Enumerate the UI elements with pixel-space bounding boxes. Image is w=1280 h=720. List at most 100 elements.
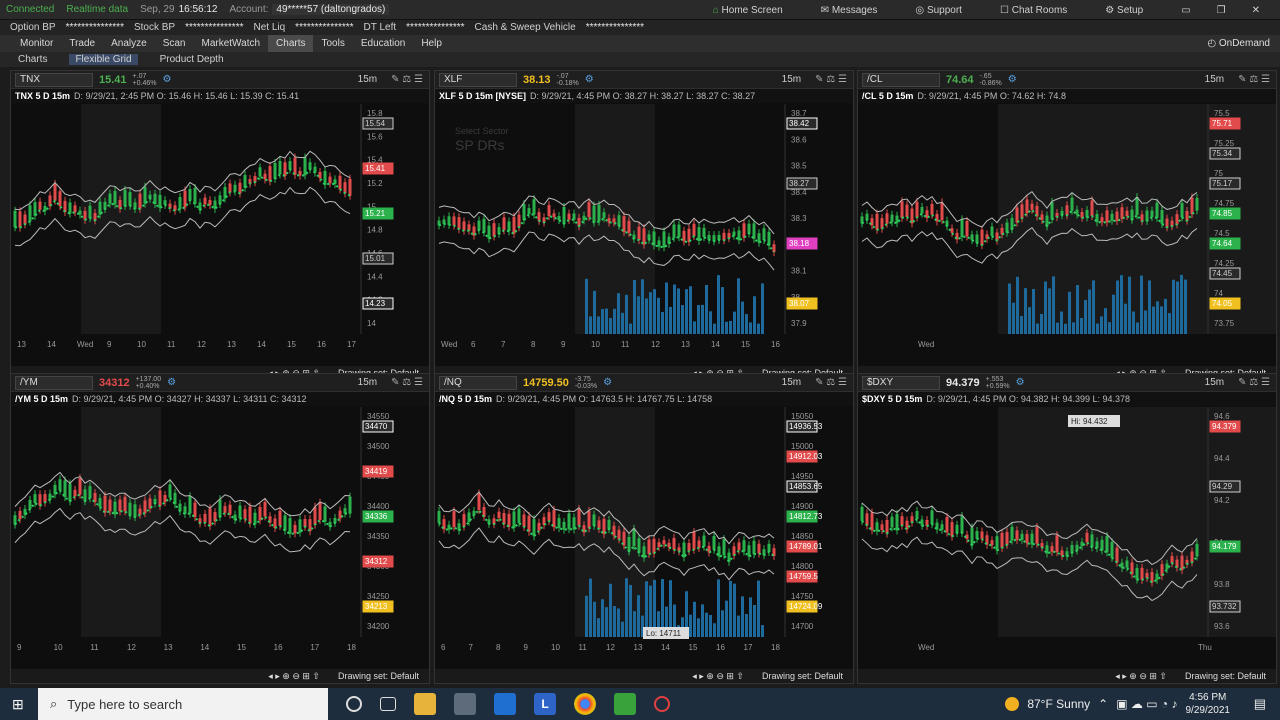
messages-link[interactable]: ✉ Messages — [821, 5, 890, 16]
drawing-tools-icon[interactable]: ✎ ⚖ ☰ — [1238, 74, 1270, 85]
cortana-icon[interactable] — [346, 696, 362, 712]
candle-body — [617, 215, 621, 226]
chart-panel[interactable]: /YM 34312 +137.00 +0.40% ⚙ 15m ✎ ⚖ ☰ /YM 5 D 15… — [10, 373, 430, 684]
drawing-set[interactable]: Drawing set: Default — [1185, 671, 1266, 681]
weather-text[interactable]: 87°F Sunny — [1027, 697, 1090, 711]
y-tick-label: 34250 — [367, 592, 390, 601]
subtab-product-depth[interactable]: Product Depth — [160, 54, 224, 65]
taskbar-search[interactable]: ⌕ Type here to search — [38, 688, 328, 720]
tab-trade[interactable]: Trade — [61, 35, 103, 52]
chart-panel[interactable]: TNX 15.41 +.07 +0.46% ⚙ 15m ✎ ⚖ ☰ TNX 5 D 15m D:… — [10, 70, 430, 381]
candle-body — [940, 202, 944, 221]
subtab-flexible-grid[interactable]: Flexible Grid — [69, 54, 138, 65]
symbol-selector[interactable]: /YM — [15, 375, 93, 390]
drawing-set[interactable]: Drawing set: Default — [338, 671, 419, 681]
y-tick-label: 14800 — [791, 562, 814, 571]
price-chart[interactable]: 3455034500344503440034350343003425034200… — [11, 407, 430, 671]
tab-scan[interactable]: Scan — [155, 35, 194, 52]
tab-tools[interactable]: Tools — [313, 35, 352, 52]
tab-help[interactable]: Help — [413, 35, 450, 52]
ondemand-button[interactable]: ◴ OnDemand — [1207, 38, 1270, 49]
drawing-tools-icon[interactable]: ✎ ⚖ ☰ — [1238, 377, 1270, 388]
price-chart[interactable]: 15050 15000 14950 14900 14850 14800 14750 14700… — [435, 407, 854, 671]
home-label: Home Screen — [721, 4, 783, 16]
price-chart[interactable]: 38.738.638.538.438.338.238.13837.9Wed678… — [435, 104, 854, 368]
zoom-controls[interactable]: ◂ ▸ ⊕ ⊖ ⊞ ⇧ — [692, 671, 744, 681]
timeframe-selector[interactable]: 15m — [358, 377, 377, 388]
symbol-selector[interactable]: /CL — [862, 72, 940, 87]
drawing-set[interactable]: Drawing set: Default — [762, 671, 843, 681]
tab-monitor[interactable]: Monitor — [12, 35, 61, 52]
gear-icon[interactable]: ⚙ — [1016, 377, 1025, 388]
symbol-selector[interactable]: XLF — [439, 72, 517, 87]
close-icon[interactable]: ✕ — [1252, 5, 1260, 16]
symbol-selector[interactable]: /NQ — [439, 375, 517, 390]
candle-body — [637, 226, 641, 241]
taskbar-clock[interactable]: 4:56 PM 9/29/2021 — [1186, 691, 1231, 717]
candle-body — [477, 493, 481, 510]
symbol-selector[interactable]: TNX — [15, 72, 93, 87]
chat-rooms-link[interactable]: ☐ Chat Rooms — [1000, 5, 1079, 16]
price-chart[interactable]: 94.694.494.29493.893.6WedThu94.37994.299… — [858, 407, 1277, 671]
chrome-icon[interactable] — [574, 693, 596, 715]
tab-education[interactable]: Education — [353, 35, 413, 52]
restore-icon[interactable]: ❐ — [1217, 5, 1226, 16]
zoom-controls[interactable]: ◂ ▸ ⊕ ⊖ ⊞ ⇧ — [1115, 671, 1167, 681]
timeframe-selector[interactable]: 15m — [1205, 74, 1224, 85]
drawing-tools-icon[interactable]: ✎ ⚖ ☰ — [391, 377, 423, 388]
candle-body — [452, 216, 456, 226]
gear-icon[interactable]: ⚙ — [585, 74, 594, 85]
candle-body — [692, 531, 696, 550]
timeframe-selector[interactable]: 15m — [1205, 377, 1224, 388]
gear-icon[interactable]: ⚙ — [603, 377, 612, 388]
file-explorer-icon[interactable] — [414, 693, 436, 715]
minimize-icon[interactable]: ▭ — [1181, 5, 1190, 16]
candle-body — [915, 201, 919, 218]
tab-marketwatch[interactable]: MarketWatch — [194, 35, 269, 52]
notifications-icon[interactable]: ▤ — [1254, 696, 1266, 712]
tab-analyze[interactable]: Analyze — [103, 35, 155, 52]
task-view-icon[interactable] — [380, 697, 396, 711]
account-selector[interactable]: 49*****57 (daltongrados) — [272, 4, 390, 15]
gear-icon[interactable]: ⚙ — [1008, 74, 1017, 85]
symbol-selector[interactable]: $DXY — [862, 375, 940, 390]
chart-panel[interactable]: /NQ 14759.50 -3.75 -0.03% ⚙ 15m ✎ ⚖ ☰ /NQ 5 D 1… — [434, 373, 854, 684]
price-tag: 14936.53 — [789, 422, 823, 431]
price-chart[interactable]: 15.815.615.415.21514.814.614.414.2141314… — [11, 104, 430, 368]
app-l-icon[interactable]: L — [534, 693, 556, 715]
candle-body — [557, 216, 561, 221]
gear-icon[interactable]: ⚙ — [162, 74, 171, 85]
drawing-tools-icon[interactable]: ✎ ⚖ ☰ — [815, 74, 847, 85]
chart-panel[interactable]: /CL 74.64 -.65 -0.86% ⚙ 15m ✎ ⚖ ☰ /CL 5 D 15m D:… — [857, 70, 1277, 381]
y-tick-label: 75.5 — [1214, 109, 1230, 118]
timeframe-selector[interactable]: 15m — [782, 74, 801, 85]
candle-body — [343, 182, 347, 194]
chart-panel[interactable]: $DXY 94.379 +.553 +0.59% ⚙ 15m ✎ ⚖ ☰ $DXY 5 D 1… — [857, 373, 1277, 684]
timeframe-selector[interactable]: 15m — [782, 377, 801, 388]
tray-chevron-icon[interactable]: ⌃ — [1098, 697, 1108, 711]
mail-icon[interactable] — [494, 693, 516, 715]
gear-icon[interactable]: ⚙ — [167, 377, 176, 388]
recorder-icon[interactable] — [654, 696, 670, 712]
thinkorswim-icon[interactable] — [614, 693, 636, 715]
price-change: -3.75 -0.03% — [575, 376, 597, 390]
candle-body — [667, 542, 671, 548]
setup-link[interactable]: ⚙ Setup — [1105, 5, 1155, 16]
volume-bar — [761, 625, 764, 637]
drawing-tools-icon[interactable]: ✎ ⚖ ☰ — [391, 74, 423, 85]
timeframe-selector[interactable]: 15m — [358, 74, 377, 85]
zoom-controls[interactable]: ◂ ▸ ⊕ ⊖ ⊞ ⇧ — [268, 671, 320, 681]
candle-body — [762, 228, 766, 241]
home-screen-link[interactable]: ⌂ Home Screen — [713, 5, 795, 16]
price-chart[interactable]: 75.5 75.25 75 74.75 74.5 74.25 74 73.75 Wed 75.71… — [858, 104, 1277, 368]
windows-start-icon[interactable]: ⊞ — [12, 696, 24, 713]
drawing-tools-icon[interactable]: ✎ ⚖ ☰ — [815, 377, 847, 388]
chart-panel[interactable]: XLF 38.13 -.07 -0.18% ⚙ 15m ✎ ⚖ ☰ XLF 5 D 15m [… — [434, 70, 854, 381]
store-icon[interactable] — [454, 693, 476, 715]
tray-icons[interactable]: ▣ ☁ ▭ ◔ ♪ — [1116, 697, 1177, 711]
subtab-charts[interactable]: Charts — [18, 54, 47, 65]
candle-body — [118, 499, 122, 512]
support-link[interactable]: ◎ Support — [915, 5, 974, 16]
tab-charts[interactable]: Charts — [268, 35, 314, 52]
y-tick-label: 38.1 — [791, 267, 807, 276]
